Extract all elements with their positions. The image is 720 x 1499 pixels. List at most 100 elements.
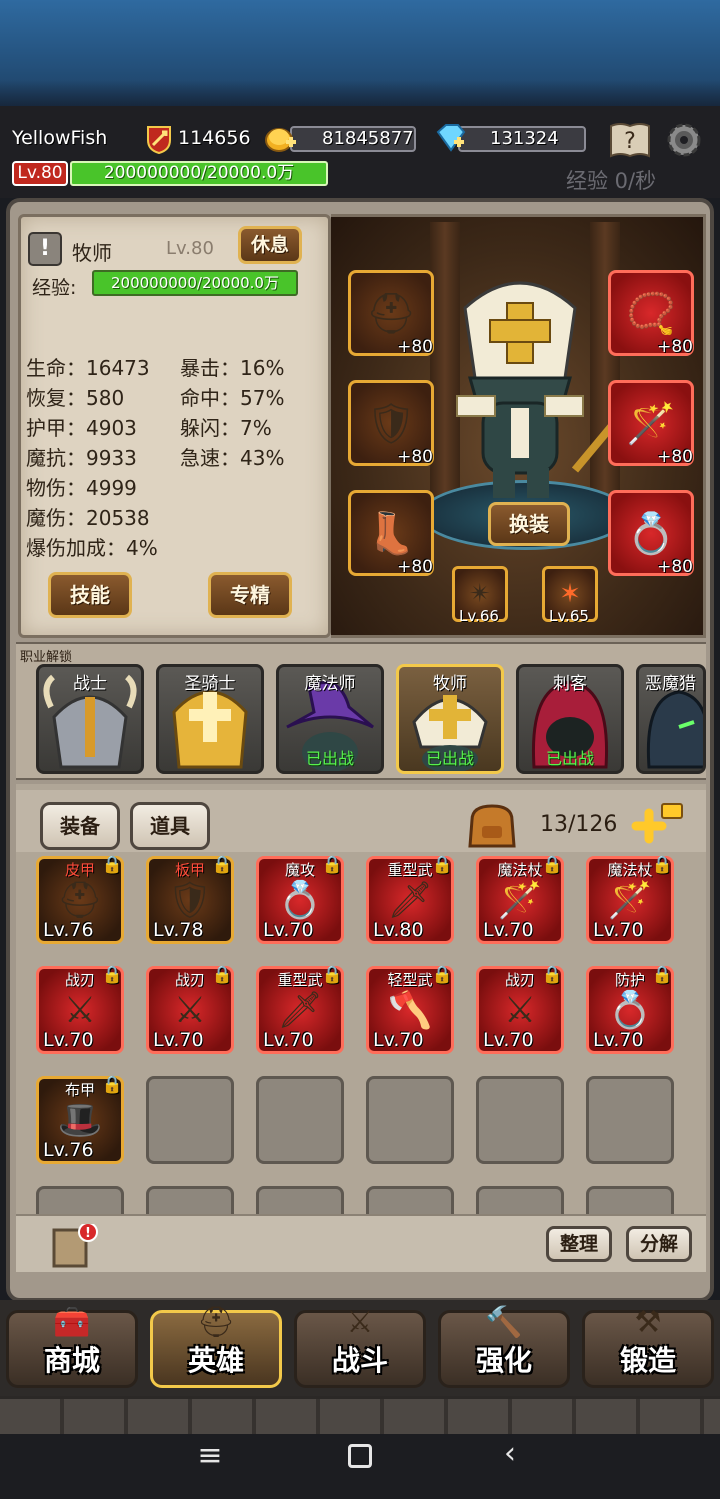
nav-enhance[interactable]: 🔨 强化 (438, 1305, 570, 1388)
inventory-item[interactable]: 🗡 重型武 🔒 Lv.70 (256, 965, 344, 1054)
class-card-assassin[interactable]: 刺客 已出战 (516, 664, 624, 774)
equipment-icon: ⚔ (503, 989, 537, 1031)
item-level: Lv.76 (43, 1139, 94, 1161)
forge-anvil-icon: ⚒ (634, 1305, 662, 1340)
nav-heroes[interactable]: ⛑ 英雄 (150, 1305, 282, 1388)
item-level: Lv.70 (593, 919, 644, 941)
gear-slot-ring[interactable]: 💍 +80 (608, 490, 694, 577)
inventory-item[interactable]: 🎩 布甲 🔒 Lv.76 (36, 1075, 124, 1164)
gold-coins-add-icon[interactable] (264, 121, 298, 155)
hammer-icon: 🔨 (485, 1305, 523, 1340)
tab-items[interactable]: 道具 (130, 802, 210, 850)
class-name: 恶魔猎 (645, 674, 696, 694)
empty-inventory-slot[interactable] (146, 1076, 234, 1164)
gem-value: 131324 (490, 128, 559, 149)
empty-inventory-slot[interactable] (256, 1076, 344, 1164)
class-card-mage[interactable]: 魔法师 已出战 (276, 664, 384, 774)
menu-icon[interactable]: ≡ (180, 1438, 240, 1473)
helmet-icon: ⛑ (365, 290, 417, 337)
item-level: Lv.70 (263, 919, 314, 941)
gear-slot-necklace[interactable]: 📿 +80 (608, 270, 694, 357)
inventory-item[interactable]: 💍 防护 🔒 Lv.70 (586, 965, 674, 1054)
equipment-icon: 🪄 (497, 880, 543, 921)
inventory-grid: ⛑ 皮甲 🔒 Lv.76 🛡 板甲 🔒 Lv.78 💍 魔攻 🔒 Lv.70 🗡 重型武 🔒 Lv.80 🪄 魔法… (30, 852, 690, 1214)
info-alert-icon[interactable]: ! (28, 232, 62, 266)
empty-inventory-slot[interactable] (256, 1186, 344, 1214)
inventory-item[interactable]: 🪓 轻型武 🔒 Lv.70 (366, 965, 454, 1054)
lock-icon: 🔒 (431, 855, 453, 875)
item-level: Lv.80 (373, 919, 424, 941)
class-deploy-status: 已出战 (425, 749, 474, 768)
stat-armor: 护甲：4903 (26, 416, 137, 440)
item-level: Lv.70 (593, 1029, 644, 1051)
equipment-icon: 💍 (277, 880, 323, 921)
class-card-paladin[interactable]: 圣骑士 (156, 664, 264, 774)
blue-rune-icon: ✴ (469, 579, 491, 609)
class-deploy-status: 已出战 (305, 749, 354, 768)
inventory-item[interactable]: ⛑ 皮甲 🔒 Lv.76 (36, 855, 124, 944)
empty-inventory-slot[interactable] (476, 1076, 564, 1164)
rune-slot[interactable]: ✶ Lv.65 (542, 566, 598, 625)
empty-inventory-slot[interactable] (586, 1186, 674, 1214)
lock-icon: 🔒 (101, 1075, 123, 1095)
stat-hp: 生命：16473 (26, 356, 150, 380)
item-level: Lv.78 (153, 919, 204, 941)
change-gear-button[interactable]: 换装 (488, 502, 570, 546)
gear-slot-weapon[interactable]: 🪄 +80 (608, 380, 694, 467)
lock-icon: 🔒 (101, 855, 123, 875)
gear-slot-armor[interactable]: 🛡 +80 (348, 380, 434, 467)
inventory-item[interactable]: 🪄 魔法杖 🔒 Lv.70 (586, 855, 674, 944)
inventory-item[interactable]: ⚔ 战刃 🔒 Lv.70 (146, 965, 234, 1054)
stat-regen: 恢复：580 (26, 386, 125, 410)
rest-button[interactable]: 休息 (238, 226, 302, 264)
empty-inventory-slot[interactable] (146, 1186, 234, 1214)
gear-enhance-level: +80 (657, 557, 693, 577)
home-square-icon[interactable] (348, 1444, 372, 1468)
gear-enhance-level: +80 (397, 447, 433, 467)
gear-slot-boots[interactable]: 👢 +80 (348, 490, 434, 577)
empty-inventory-slot[interactable] (586, 1076, 674, 1164)
diamond-add-icon[interactable] (434, 121, 468, 155)
nav-label: 强化 (475, 1344, 532, 1377)
class-card-demon-hunter[interactable]: 恶魔猎 (636, 664, 706, 774)
class-unlock-title: 职业解锁 (20, 650, 73, 665)
nav-shop[interactable]: 🧰 商城 (6, 1305, 138, 1388)
gold-counter: 81845877 (290, 126, 416, 152)
equipment-icon: 🪓 (387, 990, 433, 1031)
sort-button[interactable]: 整理 (546, 1226, 612, 1262)
lock-icon: 🔒 (541, 855, 563, 875)
inventory-item[interactable]: ⚔ 战刃 🔒 Lv.70 (476, 965, 564, 1054)
back-chevron-icon[interactable]: ‹ (480, 1436, 540, 1471)
inventory-item[interactable]: 🗡 重型武 🔒 Lv.80 (366, 855, 454, 944)
empty-inventory-slot[interactable] (366, 1186, 454, 1214)
skills-button[interactable]: 技能 (48, 572, 132, 618)
red-rune-icon: ✶ (559, 579, 581, 609)
xp-rate-text: 经验 0/秒 (566, 169, 657, 193)
nav-forge[interactable]: ⚒ 锻造 (582, 1305, 714, 1388)
ring-icon: 💍 (626, 510, 676, 557)
decompose-button[interactable]: 分解 (626, 1226, 692, 1262)
equipment-icon: 🪄 (607, 880, 653, 921)
expand-bag-plus-icon[interactable] (630, 800, 686, 846)
empty-inventory-slot[interactable] (36, 1186, 124, 1214)
mail-notice-icon[interactable]: ! (52, 1222, 98, 1268)
gear-slot-helmet[interactable]: ⛑ +80 (348, 270, 434, 357)
lock-icon: 🔒 (321, 965, 343, 985)
inventory-item[interactable]: 🛡 板甲 🔒 Lv.78 (146, 855, 234, 944)
empty-inventory-slot[interactable] (476, 1186, 564, 1214)
tab-equipment[interactable]: 装备 (40, 802, 120, 850)
inventory-item[interactable]: 🪄 魔法杖 🔒 Lv.70 (476, 855, 564, 944)
equipment-icon: 🗡 (277, 990, 323, 1031)
inventory-item[interactable]: ⚔ 战刃 🔒 Lv.70 (36, 965, 124, 1054)
stats-right-column: 暴击：16% 命中：57% 躲闪：7% 急速：43% (180, 352, 320, 472)
empty-inventory-slot[interactable] (366, 1076, 454, 1164)
help-book-icon[interactable]: ? (608, 120, 652, 160)
nav-battle[interactable]: ⚔ 战斗 (294, 1305, 426, 1388)
inventory-item[interactable]: 💍 魔攻 🔒 Lv.70 (256, 855, 344, 944)
class-card-priest[interactable]: 牧师 已出战 (396, 664, 504, 774)
crossed-swords-icon: ⚔ (346, 1305, 374, 1340)
settings-gear-icon[interactable] (662, 118, 706, 162)
class-card-warrior[interactable]: 战士 (36, 664, 144, 774)
mastery-button[interactable]: 专精 (208, 572, 292, 618)
rune-slot[interactable]: ✴ Lv.66 (452, 566, 508, 625)
